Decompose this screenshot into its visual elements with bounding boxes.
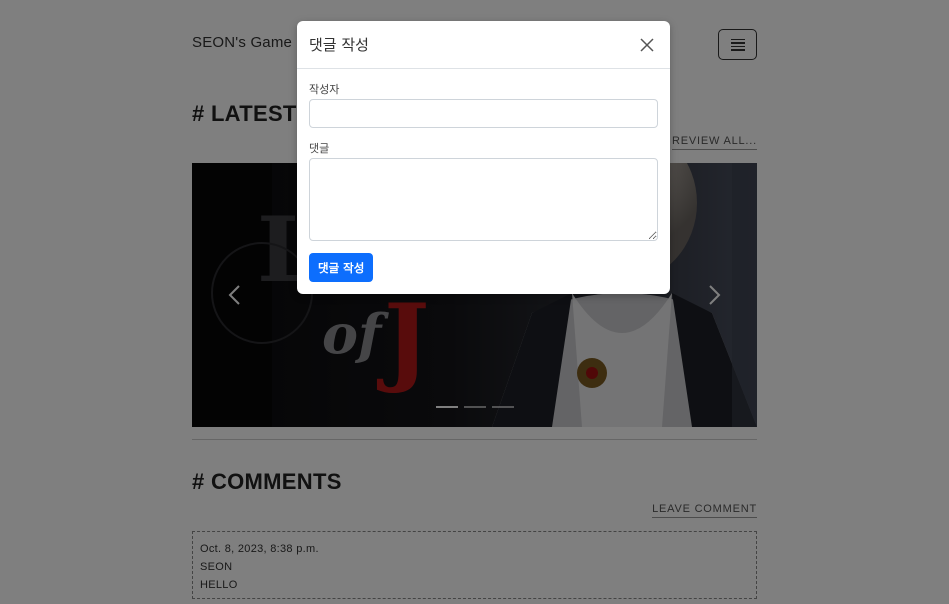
close-icon [640, 37, 654, 52]
modal-close-button[interactable] [636, 34, 658, 56]
modal-body: 작성자 댓글 댓글 작성 [297, 69, 670, 296]
comment-modal: 댓글 작성 작성자 댓글 댓글 작성 [297, 21, 670, 294]
comment-textarea[interactable] [309, 158, 658, 241]
author-input[interactable] [309, 99, 658, 128]
modal-header: 댓글 작성 [297, 21, 670, 69]
submit-comment-button[interactable]: 댓글 작성 [309, 253, 374, 282]
modal-title: 댓글 작성 [309, 36, 369, 54]
comment-label: 댓글 [309, 142, 330, 155]
author-label: 작성자 [309, 83, 340, 96]
